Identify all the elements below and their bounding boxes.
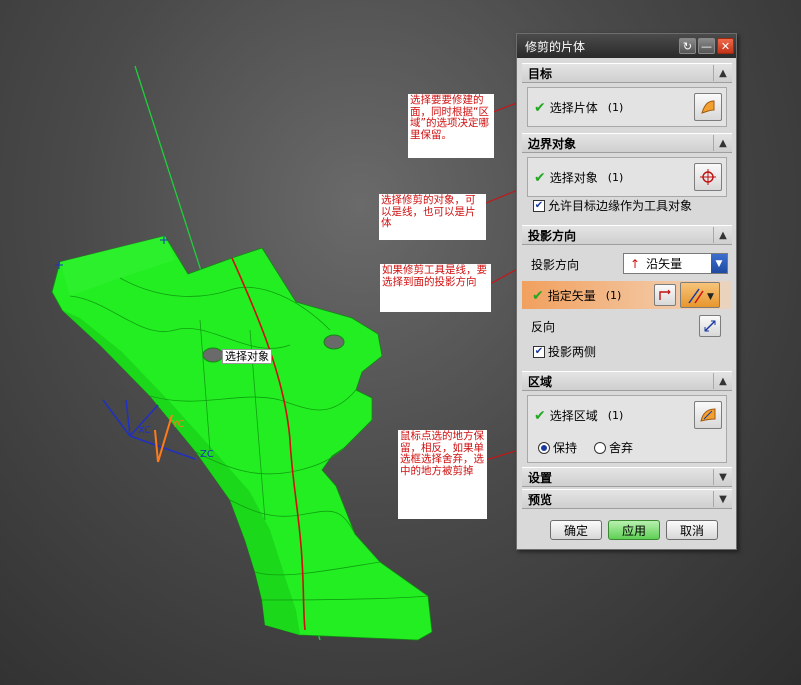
select-region-label: 选择区域 xyxy=(549,409,598,423)
annotation-target: 选择要要修建的面，同时根据“区域”的选项决定哪里保留。 xyxy=(408,94,494,158)
annotation-boundary: 选择修剪的对象，可以是线，也可以是片体 xyxy=(379,194,486,240)
region-icon[interactable] xyxy=(694,401,722,429)
both-sides-label: 投影两侧 xyxy=(548,345,597,359)
reverse-label: 反向 xyxy=(531,320,556,334)
section-region-header[interactable]: 区域 ▲ xyxy=(522,371,732,391)
apply-button[interactable]: 应用 xyxy=(608,520,660,540)
section-title: 区域 xyxy=(528,374,553,389)
section-target-header[interactable]: 目标 ▲ xyxy=(522,63,732,83)
boundary-select-group[interactable]: ✔ 选择对象 (1) xyxy=(527,157,727,197)
select-count: (1) xyxy=(607,409,624,422)
hole xyxy=(323,334,345,350)
vector-type-icon[interactable]: ▼ xyxy=(680,282,720,308)
section-settings-header[interactable]: 设置 ▼ xyxy=(522,467,732,487)
keep-radio[interactable]: 保持 xyxy=(538,439,577,456)
check-icon: ✔ xyxy=(534,99,546,116)
section-boundary-header[interactable]: 边界对象 ▲ xyxy=(522,133,732,153)
annotation-region: 鼠标点选的地方保留，相反，如果单选框选择舍弃，选中的地方被剪掉 xyxy=(398,430,487,519)
chevron-up-icon[interactable]: ▲ xyxy=(713,65,732,81)
zc-label: ZC xyxy=(200,449,214,460)
check-icon: ✔ xyxy=(534,407,546,424)
specify-vector-label: 指定矢量 xyxy=(547,289,596,303)
dialog-title: 修剪的片体 xyxy=(525,39,586,54)
yc-label: YC xyxy=(172,419,185,430)
chevron-up-icon[interactable]: ▲ xyxy=(713,373,732,389)
dialog-titlebar[interactable]: 修剪的片体 ↻ — ✕ xyxy=(517,34,736,58)
vector-dialog-icon[interactable] xyxy=(654,284,676,306)
keep-label: 保持 xyxy=(553,441,578,455)
check-icon: ✔ xyxy=(532,287,544,304)
arrow-up-icon: ↑ xyxy=(630,256,641,271)
annotation-projection: 如果修剪工具是线，要选择到面的投影方向 xyxy=(380,264,491,312)
discard-label: 舍弃 xyxy=(609,441,634,455)
trim-sheet-dialog: 修剪的片体 ↻ — ✕ 目标 ▲ ✔ 选择片体 (1) 边界对象 ▲ ✔ 选择对… xyxy=(516,33,737,550)
allow-edge-checkbox[interactable]: ✔ 允许目标边缘作为工具对象 xyxy=(533,197,692,214)
minimize-icon[interactable]: — xyxy=(698,38,715,54)
section-title: 预览 xyxy=(528,492,553,507)
specify-vector-row[interactable]: ✔ 指定矢量 (1) ▼ xyxy=(522,281,732,309)
sheet-body[interactable] xyxy=(51,235,433,641)
region-select-group[interactable]: ✔ 选择区域 (1) 保持 舍弃 xyxy=(527,395,727,463)
check-icon: ✔ xyxy=(534,169,546,186)
checkbox[interactable]: ✔ xyxy=(533,199,545,212)
reverse-direction-icon[interactable] xyxy=(699,315,721,337)
projection-dir-label: 投影方向 xyxy=(531,258,580,272)
select-sheet-label: 选择片体 xyxy=(549,101,598,115)
select-value: 沿矢量 xyxy=(646,257,683,271)
reset-icon[interactable]: ↻ xyxy=(679,38,696,54)
close-icon[interactable]: ✕ xyxy=(717,38,734,54)
ok-button[interactable]: 确定 xyxy=(550,520,602,540)
allow-edge-label: 允许目标边缘作为工具对象 xyxy=(548,199,693,213)
project-both-sides-checkbox[interactable]: ✔ 投影两侧 xyxy=(533,343,596,360)
radio-unselected[interactable] xyxy=(594,441,606,454)
selection-tooltip: 选择对象 xyxy=(222,349,272,364)
chevron-down-icon[interactable]: ▼ xyxy=(711,254,727,273)
select-count: (1) xyxy=(607,171,624,184)
sheet-body-icon[interactable] xyxy=(694,93,722,121)
chevron-up-icon[interactable]: ▲ xyxy=(713,227,732,243)
chevron-down-icon[interactable]: ▼ xyxy=(713,491,732,507)
chevron-down-icon[interactable]: ▼ xyxy=(713,469,732,485)
crosshair-icon[interactable] xyxy=(694,163,722,191)
select-object-label: 选择对象 xyxy=(549,171,598,185)
section-projection-header[interactable]: 投影方向 ▲ xyxy=(522,225,732,245)
section-preview-header[interactable]: 预览 ▼ xyxy=(522,489,732,509)
select-count: (1) xyxy=(607,101,624,114)
discard-radio[interactable]: 舍弃 xyxy=(594,439,633,456)
hole xyxy=(202,347,224,363)
section-title: 设置 xyxy=(528,470,553,485)
xc-label: XC xyxy=(138,425,152,436)
section-title: 边界对象 xyxy=(528,136,577,151)
target-select-group[interactable]: ✔ 选择片体 (1) xyxy=(527,87,727,127)
select-count: (1) xyxy=(605,289,622,302)
svg-text:▼: ▼ xyxy=(707,292,714,302)
projection-dir-select[interactable]: ↑ 沿矢量 ▼ xyxy=(623,253,728,274)
chevron-up-icon[interactable]: ▲ xyxy=(713,135,732,151)
radio-selected[interactable] xyxy=(538,441,550,454)
checkbox[interactable]: ✔ xyxy=(533,345,545,358)
cancel-button[interactable]: 取消 xyxy=(666,520,718,540)
section-title: 目标 xyxy=(528,66,553,81)
section-title: 投影方向 xyxy=(528,228,577,243)
